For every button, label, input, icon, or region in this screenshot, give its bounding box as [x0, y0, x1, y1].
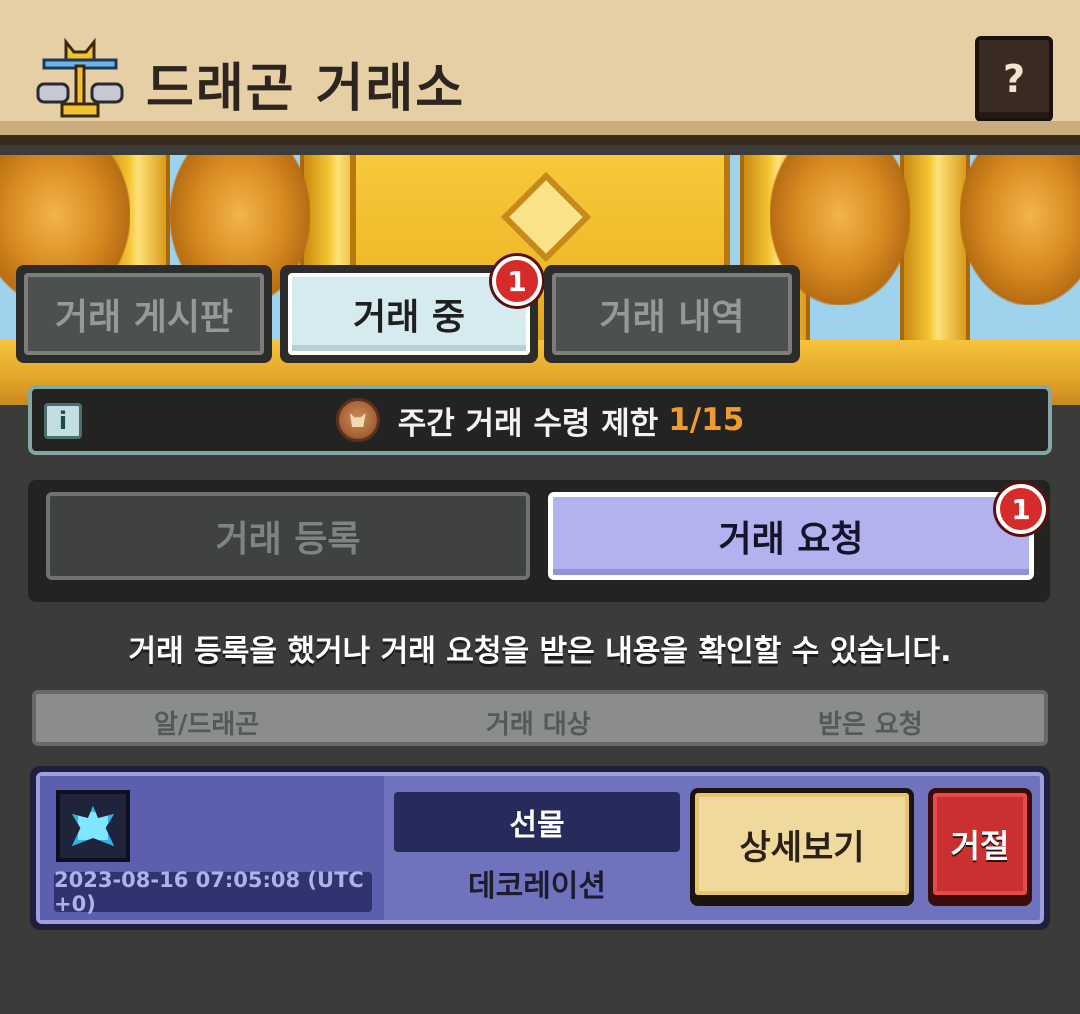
header-bar: 드래곤 거래소 ? — [0, 0, 1080, 145]
tab-trade-history[interactable]: 거래 내역 — [544, 265, 800, 363]
page-title: 드래곤 거래소 — [146, 59, 466, 119]
subtab-trade-register[interactable]: 거래 등록 — [46, 492, 530, 580]
column-header-trade-target: 거래 대상 — [486, 710, 591, 740]
table-header: 알/드래곤 거래 대상 받은 요청 — [32, 690, 1048, 746]
trade-type-label: 선물 — [394, 792, 680, 852]
subtab-container: 거래 등록 거래 요청 — [28, 480, 1050, 602]
trade-timestamp: 2023-08-16 07:05:08 (UTC +0) — [54, 868, 372, 916]
trade-target-label: 데코레이션 — [468, 869, 606, 904]
tab-trade-board[interactable]: 거래 게시판 — [16, 265, 272, 363]
column-header-received-request: 받은 요청 — [818, 710, 923, 740]
subtab-trade-request[interactable]: 거래 요청 — [548, 492, 1034, 580]
coin-icon — [335, 398, 380, 442]
reject-button[interactable]: 거절 — [928, 788, 1032, 900]
tab-label: 거래 내역 — [552, 273, 792, 355]
weekly-limit-value: 1/15 — [668, 402, 745, 438]
scale-logo-icon — [36, 38, 124, 118]
notification-badge: 1 — [996, 484, 1046, 534]
weekly-limit-bar: i 주간 거래 수령 제한 1/15 — [28, 385, 1052, 455]
tab-label: 거래 게시판 — [24, 273, 264, 355]
column-header-egg-dragon: 알/드래곤 — [154, 710, 260, 740]
description-text: 거래 등록을 했거나 거래 요청을 받은 내용을 확인할 수 있습니다. — [128, 634, 952, 669]
view-details-button[interactable]: 상세보기 — [690, 788, 914, 900]
crystal-icon — [72, 806, 114, 846]
help-button[interactable]: ? — [975, 36, 1053, 122]
weekly-limit-label: 주간 거래 수령 제한 — [397, 405, 659, 442]
decoration-item-icon[interactable] — [56, 790, 130, 862]
trade-row: 2023-08-16 07:05:08 (UTC +0) 선물 데코레이션 상세… — [30, 766, 1050, 930]
notification-badge: 1 — [492, 256, 542, 306]
